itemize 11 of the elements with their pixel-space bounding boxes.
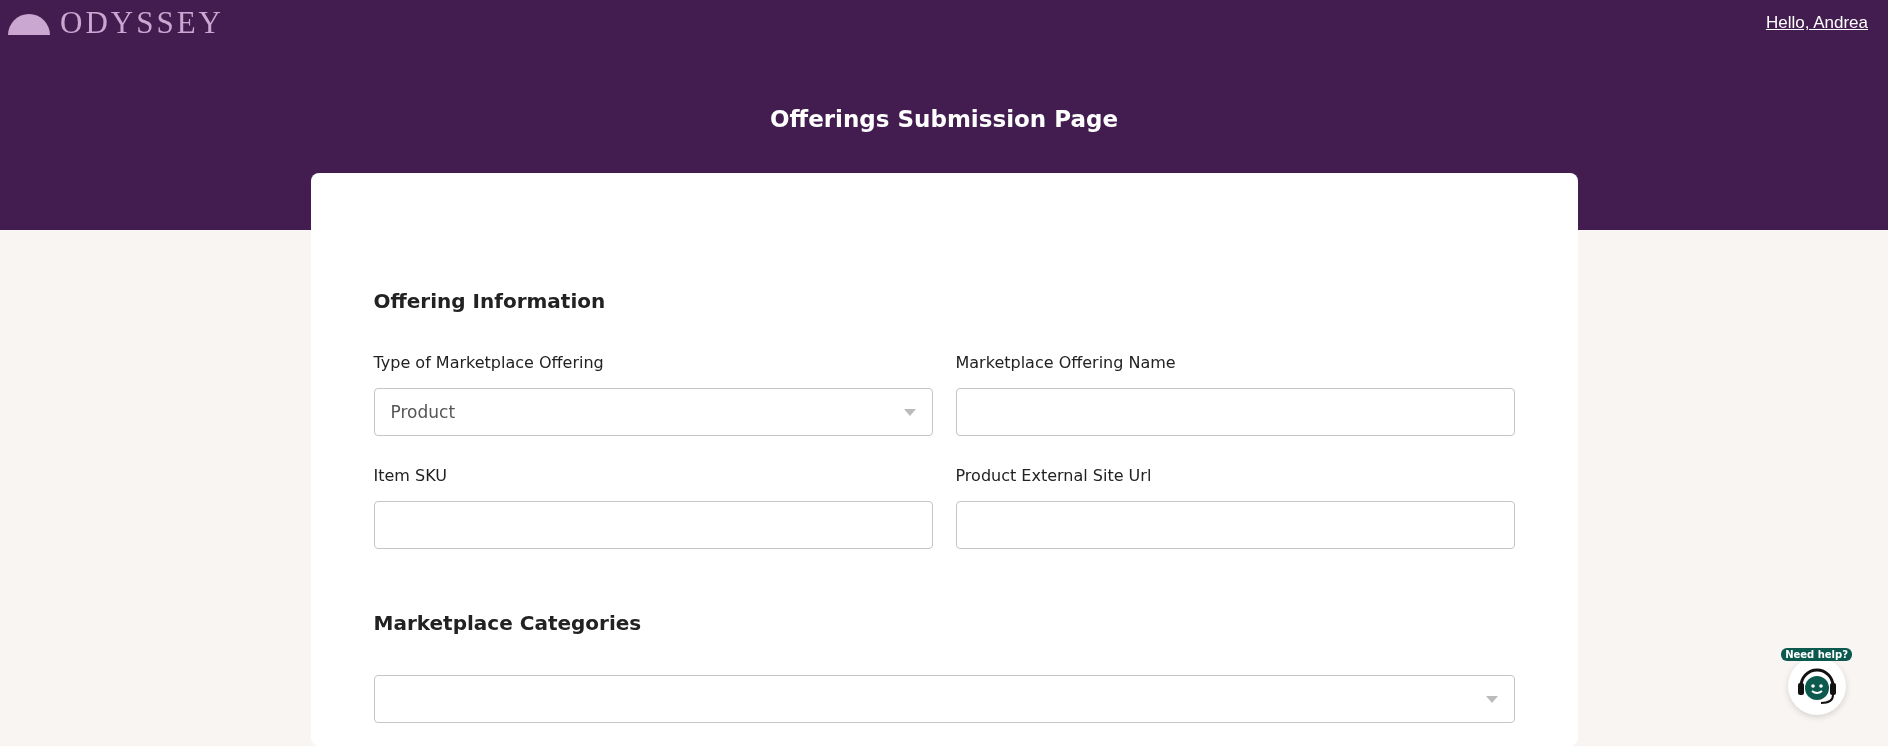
user-greeting-link[interactable]: Hello, Andrea [1765,13,1868,33]
help-tag: Need help? [1781,648,1852,661]
section-heading: Marketplace Categories [373,611,643,635]
page-title: Offerings Submission Page [768,106,1120,132]
field-label: Product External Site Url [955,466,1153,485]
select-field[interactable]: Product [373,388,933,436]
field-label: Item SKU [373,466,448,485]
logo-text: ODYSSEY [60,8,224,38]
field-label: Marketplace Offering Name [955,353,1177,372]
section-heading: Offering Information [373,289,607,313]
field-label: Type of Marketplace Offering [373,353,605,372]
